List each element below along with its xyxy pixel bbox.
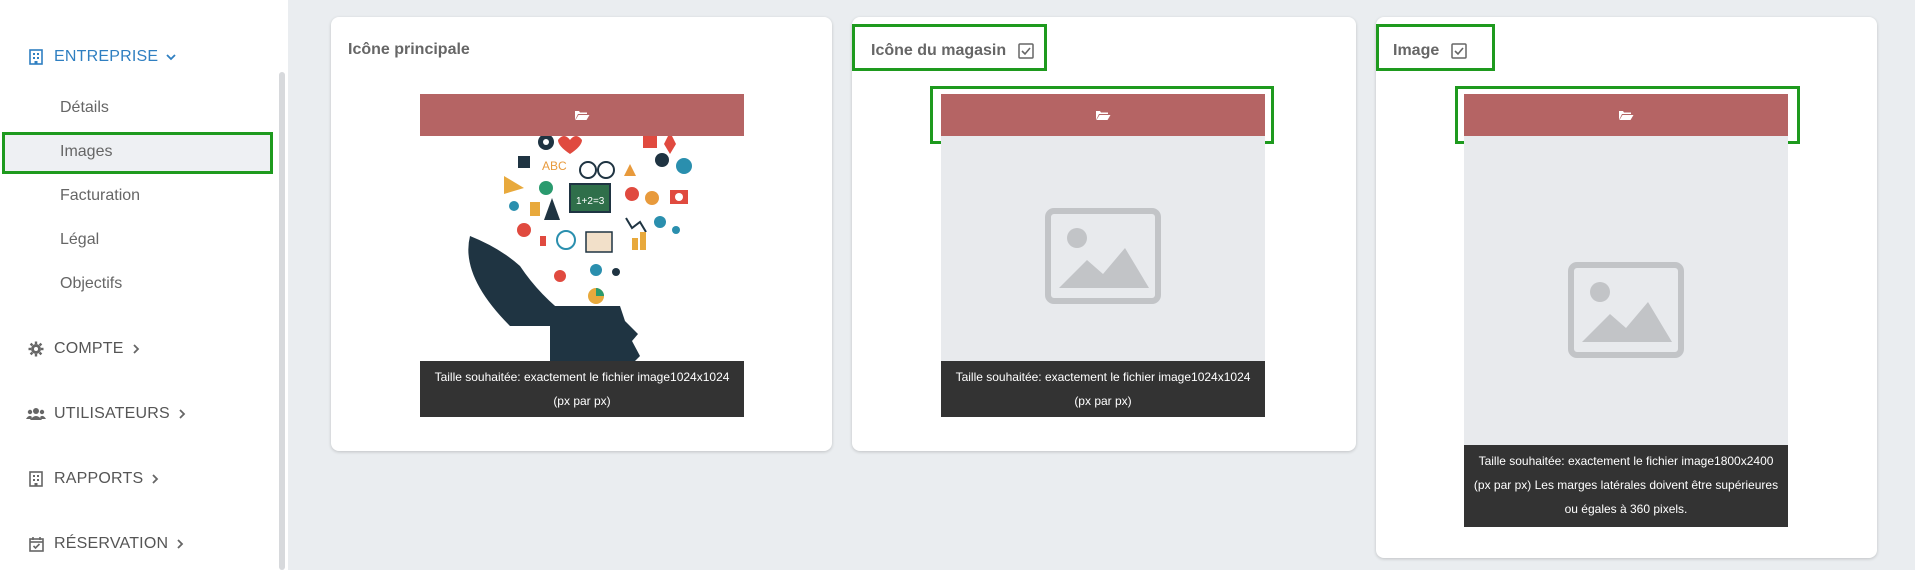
chevron-right-icon [151, 474, 159, 484]
nav-section-label: RAPPORTS [54, 470, 144, 487]
sidebar-item-images[interactable]: Images [60, 143, 112, 161]
building-icon [26, 47, 46, 67]
size-caption: Taille souhaitée: exactement le fichier … [1464, 445, 1788, 527]
size-caption: Taille souhaitée: exactement le fichier … [420, 361, 744, 417]
checkbox-checked-icon[interactable] [1018, 43, 1034, 59]
nav-section-utilisateurs[interactable]: UTILISATEURS [26, 404, 186, 424]
card-title: Image [1393, 42, 1467, 60]
nav-section-compte[interactable]: COMPTE [26, 339, 140, 359]
nav-section-entreprise[interactable]: ENTREPRISE [26, 47, 176, 67]
svg-text:ABC: ABC [542, 159, 567, 173]
nav-section-label: ENTREPRISE [54, 48, 159, 65]
sidebar-scrollbar[interactable] [279, 72, 285, 570]
sidebar-item-objectifs[interactable]: Objectifs [60, 275, 122, 293]
card-title: Icône du magasin [871, 42, 1034, 60]
upload-button[interactable] [420, 94, 744, 136]
folder-open-icon [1619, 111, 1634, 120]
size-caption: Taille souhaitée: exactement le fichier … [941, 361, 1265, 417]
chevron-right-icon [132, 344, 140, 354]
image-placeholder [941, 136, 1265, 378]
nav-section-rapports[interactable]: RAPPORTS [26, 469, 159, 489]
folder-open-icon [1096, 111, 1111, 120]
card-title-text: Icône principale [348, 41, 470, 58]
nav-section-label: COMPTE [54, 340, 124, 357]
folder-open-icon [575, 111, 590, 120]
nav-section-label: RÉSERVATION [54, 535, 169, 552]
gear-icon [26, 339, 46, 359]
building-icon [26, 469, 46, 489]
chevron-right-icon [178, 409, 186, 419]
card-title-text: Image [1393, 42, 1440, 59]
users-icon [26, 404, 46, 424]
sidebar-item-legal[interactable]: Légal [60, 231, 99, 249]
selected-item-highlight [2, 132, 273, 174]
image-placeholder-icon [1045, 208, 1161, 304]
card-image: Image Taille souhaitée: exactement le fi… [1376, 17, 1877, 558]
card-icone-magasin: Icône du magasin Taille souhaitée: exact… [852, 17, 1356, 451]
card-icone-principale: Icône principale ABC 1+2=3 Taille souhai… [331, 17, 832, 451]
chevron-down-icon [166, 53, 176, 61]
image-placeholder-icon [1568, 262, 1684, 358]
image-placeholder [1464, 136, 1788, 464]
sidebar-item-details[interactable]: Détails [60, 99, 109, 117]
sidebar-item-facturation[interactable]: Facturation [60, 187, 140, 205]
upload-button[interactable] [1464, 94, 1788, 136]
nav-section-reservation[interactable]: RÉSERVATION [26, 534, 184, 554]
card-title: Icône principale [348, 41, 470, 59]
checkbox-checked-icon[interactable] [1451, 43, 1467, 59]
chevron-right-icon [176, 539, 184, 549]
calendar-check-icon [26, 534, 46, 554]
nav-section-label: UTILISATEURS [54, 405, 170, 422]
sidebar: ENTREPRISE Détails Images Facturation Lé… [0, 0, 288, 570]
upload-button[interactable] [941, 94, 1265, 136]
svg-text:1+2=3: 1+2=3 [576, 196, 605, 207]
card-title-text: Icône du magasin [871, 42, 1007, 59]
